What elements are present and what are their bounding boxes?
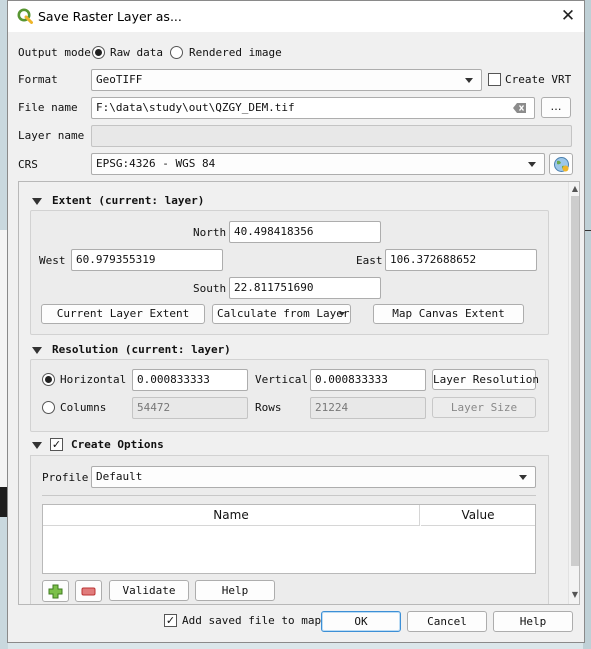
calculate-from-layer-button[interactable]: Calculate from Layer — [212, 304, 351, 324]
file-name-value: F:\data\study\out\QZGY_DEM.tif — [96, 101, 295, 114]
columns-radio[interactable] — [42, 401, 55, 414]
north-label: North — [193, 226, 227, 239]
chevron-down-icon — [528, 162, 536, 167]
east-input[interactable]: 106.372688652 — [385, 249, 537, 271]
title-bar: Save Raster Layer as... ✕ — [8, 1, 584, 32]
create-vrt-label: Create VRT — [505, 73, 572, 86]
create-options-checkbox[interactable]: ✓ — [50, 438, 63, 451]
calculate-from-layer-label: Calculate from Layer — [217, 307, 350, 320]
rows-label: Rows — [255, 401, 282, 414]
cancel-button[interactable]: Cancel — [407, 611, 487, 632]
crs-value: EPSG:4326 - WGS 84 — [96, 157, 216, 170]
south-input[interactable]: 22.811751690 — [229, 277, 381, 299]
add-to-map-checkbox[interactable]: ✓ — [164, 614, 177, 627]
profile-label: Profile — [42, 471, 89, 484]
scroll-down-icon[interactable]: ▼ — [571, 590, 579, 600]
add-to-map-label: Add saved file to map — [182, 614, 322, 627]
horizontal-label: Horizontal — [60, 373, 127, 386]
validate-button[interactable]: Validate — [109, 580, 189, 601]
raw-data-label: Raw data — [110, 46, 163, 59]
collapse-create-options-icon[interactable] — [32, 442, 42, 449]
options-help-button[interactable]: Help — [195, 580, 275, 601]
add-option-button[interactable] — [42, 580, 69, 602]
dropdown-arrow-icon — [339, 312, 345, 316]
layer-size-button[interactable]: Layer Size — [432, 397, 536, 418]
layer-name-label: Layer name — [18, 129, 85, 142]
raw-data-radio[interactable] — [92, 46, 105, 59]
name-column-header[interactable]: Name — [43, 505, 420, 526]
chevron-down-icon — [519, 475, 527, 480]
window-title: Save Raster Layer as... — [38, 9, 182, 24]
collapse-extent-icon[interactable] — [32, 198, 42, 205]
columns-label: Columns — [60, 401, 107, 414]
layer-name-input[interactable] — [91, 125, 572, 147]
output-mode-label: Output mode — [18, 46, 91, 59]
vertical-input[interactable]: 0.000833333 — [310, 369, 426, 391]
west-input[interactable]: 60.979355319 — [71, 249, 223, 271]
file-name-label: File name — [18, 101, 78, 114]
create-options-title: Create Options — [71, 438, 164, 451]
format-select[interactable]: GeoTIFF — [91, 69, 482, 91]
format-value: GeoTIFF — [96, 73, 143, 86]
extent-title: Extent (current: layer) — [52, 194, 205, 207]
scrollbar-thumb[interactable] — [571, 196, 579, 566]
format-label: Format — [18, 73, 58, 86]
scroll-up-icon[interactable]: ▲ — [571, 184, 579, 194]
columns-input[interactable]: 54472 — [132, 397, 248, 419]
value-column-header[interactable]: Value — [421, 505, 535, 526]
horizontal-radio[interactable] — [42, 373, 55, 386]
globe-icon — [554, 157, 569, 172]
rows-input[interactable]: 21224 — [310, 397, 426, 419]
west-label: West — [39, 254, 66, 267]
browse-button[interactable]: … — [541, 97, 571, 118]
chevron-down-icon — [465, 78, 473, 83]
help-button[interactable]: Help — [493, 611, 573, 632]
minus-icon — [81, 587, 96, 596]
create-options-group: Profile Default Name Value Validate Help — [30, 455, 549, 604]
remove-option-button[interactable] — [75, 580, 102, 602]
horizontal-input[interactable]: 0.000833333 — [132, 369, 248, 391]
east-label: East — [356, 254, 383, 267]
vertical-label: Vertical — [255, 373, 308, 386]
divider — [42, 495, 536, 496]
crs-label: CRS — [18, 158, 38, 171]
clear-icon[interactable] — [513, 102, 527, 114]
crs-select[interactable]: EPSG:4326 - WGS 84 — [91, 153, 545, 175]
file-name-input[interactable]: F:\data\study\out\QZGY_DEM.tif — [91, 97, 535, 119]
options-scroll-area[interactable]: Extent (current: layer) North 40.4984183… — [18, 181, 580, 605]
ok-button[interactable]: OK — [321, 611, 401, 632]
profile-select[interactable]: Default — [91, 466, 536, 488]
options-table[interactable]: Name Value — [42, 504, 536, 574]
current-layer-extent-button[interactable]: Current Layer Extent — [41, 304, 205, 324]
close-icon[interactable]: ✕ — [556, 5, 580, 27]
save-raster-dialog: Save Raster Layer as... ✕ Output mode Ra… — [7, 0, 585, 643]
rendered-image-radio[interactable] — [170, 46, 183, 59]
layer-resolution-button[interactable]: Layer Resolution — [432, 369, 539, 390]
vertical-scrollbar[interactable]: ▲ ▼ — [568, 182, 579, 604]
plus-icon — [48, 584, 63, 599]
crs-selector-button[interactable] — [549, 153, 573, 175]
south-label: South — [193, 282, 227, 295]
north-input[interactable]: 40.498418356 — [229, 221, 381, 243]
collapse-resolution-icon[interactable] — [32, 347, 42, 354]
create-vrt-checkbox[interactable] — [488, 73, 501, 86]
resolution-title: Resolution (current: layer) — [52, 343, 231, 356]
map-canvas-extent-button[interactable]: Map Canvas Extent — [373, 304, 524, 324]
resolution-group: Horizontal 0.000833333 Vertical 0.000833… — [30, 359, 549, 432]
qgis-icon — [17, 8, 33, 24]
profile-value: Default — [96, 470, 143, 483]
extent-group: North 40.498418356 West 60.979355319 Eas… — [30, 210, 549, 335]
rendered-image-label: Rendered image — [189, 46, 282, 59]
